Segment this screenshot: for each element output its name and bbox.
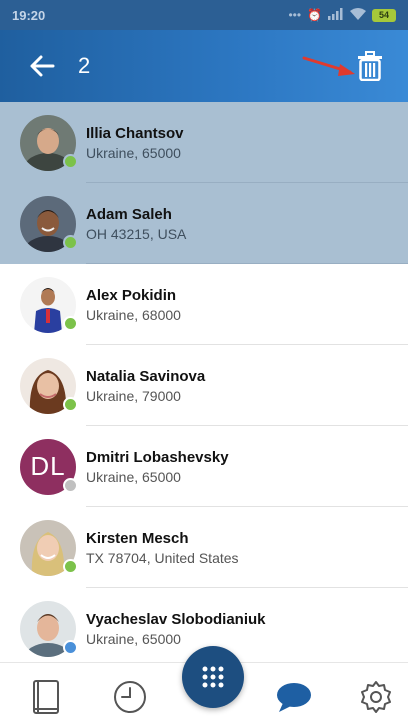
status-bar: 19:20 ••• ⏰ 54: [0, 0, 408, 30]
presence-dot: [63, 234, 78, 250]
selection-app-bar: 2: [0, 30, 408, 102]
nav-chats[interactable]: [274, 677, 314, 717]
contact-row[interactable]: Kirsten Mesch TX 78704, United States: [0, 507, 408, 588]
avatar: [20, 519, 78, 576]
contact-address: Ukraine, 79000: [86, 387, 181, 404]
contacts-list: Illia Chantsov Ukraine, 65000 Adam Saleh…: [0, 102, 408, 662]
trash-icon: [358, 51, 382, 81]
avatar: DL: [20, 438, 78, 495]
presence-dot: [63, 396, 78, 412]
contact-row[interactable]: Alex Pokidin Ukraine, 68000: [0, 264, 408, 345]
contact-row[interactable]: Adam Saleh OH 43215, USA: [0, 183, 408, 264]
contact-name: Alex Pokidin: [86, 286, 177, 304]
avatar: [20, 276, 78, 333]
avatar-initials: DL: [30, 451, 66, 481]
dialpad-button[interactable]: [182, 646, 244, 708]
contact-address: OH 43215, USA: [86, 225, 187, 242]
presence-dot: [63, 315, 78, 331]
contact-row[interactable]: Natalia Savinova Ukraine, 79000: [0, 345, 408, 426]
contact-address: Ukraine, 65000: [86, 630, 181, 647]
presence-dot: [63, 153, 78, 169]
contact-address: Ukraine, 65000: [86, 144, 181, 161]
signal-icon: [328, 7, 344, 23]
contact-name: Adam Saleh: [86, 205, 172, 223]
chat-bubble-icon: [277, 683, 311, 712]
annotation-arrow: [302, 56, 355, 76]
back-arrow-icon: [30, 55, 55, 77]
contact-address: Ukraine, 68000: [86, 306, 181, 323]
nav-recents[interactable]: [110, 677, 150, 717]
battery-indicator: 54: [372, 8, 396, 22]
nav-contacts[interactable]: [26, 677, 66, 717]
selected-count: 2: [78, 53, 91, 78]
dots-icon: •••: [288, 8, 302, 22]
contact-address: Ukraine, 65000: [86, 468, 181, 485]
gear-icon: [361, 681, 391, 713]
dialpad-icon: [202, 666, 224, 688]
avatar: [20, 114, 78, 171]
clock-icon: [114, 681, 146, 713]
avatar: [20, 357, 78, 414]
presence-dot: [63, 558, 78, 574]
contact-name: Illia Chantsov: [86, 124, 184, 142]
contact-row[interactable]: Illia Chantsov Ukraine, 65000: [0, 102, 408, 183]
contact-name: Natalia Savinova: [86, 367, 206, 385]
contact-name: Dmitri Lobashevsky: [86, 448, 229, 466]
contact-name: Vyacheslav Slobodianiuk: [86, 610, 266, 628]
back-button[interactable]: [18, 42, 66, 90]
contacts-book-icon: [33, 680, 59, 714]
presence-dot: [63, 639, 78, 655]
avatar: [20, 600, 78, 657]
status-time: 19:20: [12, 7, 46, 23]
status-icons: ••• ⏰ 54: [288, 7, 396, 23]
avatar: [20, 195, 78, 252]
alarm-icon: ⏰: [307, 8, 322, 22]
contact-name: Kirsten Mesch: [86, 529, 189, 547]
wifi-icon: [350, 7, 366, 23]
contact-address: TX 78704, United States: [86, 549, 239, 566]
contact-row[interactable]: DL Dmitri Lobashevsky Ukraine, 65000: [0, 426, 408, 507]
presence-dot: [63, 477, 78, 493]
nav-settings[interactable]: [356, 677, 396, 717]
